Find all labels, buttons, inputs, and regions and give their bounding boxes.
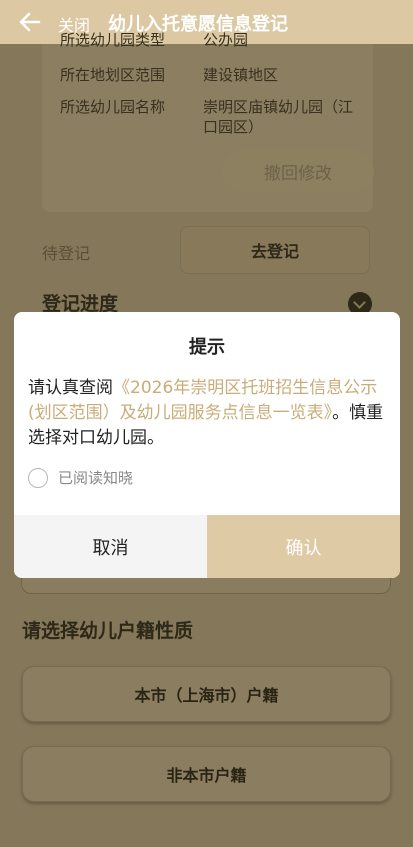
- dialog-title: 提示: [189, 337, 225, 358]
- dialog-message: 请认真查阅《2026年崇明区托班招生信息公示(划区范围）及幼儿园服务点信息一览表…: [28, 376, 390, 451]
- back-arrow-icon[interactable]: [19, 12, 41, 32]
- notice-dialog: 提示 请认真查阅《2026年崇明区托班招生信息公示(划区范围）及幼儿园服务点信息…: [14, 312, 400, 578]
- retract-button[interactable]: 撤回修改: [222, 150, 374, 192]
- info-value: 建设镇地区: [203, 66, 279, 84]
- nonlocal-household-button[interactable]: 非本市户籍: [22, 746, 391, 802]
- info-value: 公办园: [203, 31, 249, 49]
- info-row-name: 所选幼儿园名称 崇明区庙镇幼儿园（江口园区）: [60, 97, 363, 137]
- info-label: 所选幼儿园名称: [60, 98, 166, 116]
- household-section-title: 请选择幼儿户籍性质: [22, 620, 194, 642]
- info-row-type: 所选幼儿园类型 公办园: [60, 30, 363, 50]
- goto-register-button[interactable]: 去登记: [180, 226, 370, 274]
- cancel-button[interactable]: 取消: [14, 515, 207, 578]
- local-household-button[interactable]: 本市（上海市）户籍: [22, 666, 391, 722]
- message-prefix: 请认真查阅: [28, 378, 113, 398]
- registration-status: 待登记: [42, 244, 91, 263]
- info-label: 所选幼儿园类型: [60, 31, 166, 49]
- info-label: 所在地划区范围: [60, 66, 166, 84]
- info-value: 崇明区庙镇幼儿园（江口园区）: [203, 98, 354, 136]
- confirm-button[interactable]: 确认: [207, 515, 400, 578]
- info-row-district: 所在地划区范围 建设镇地区: [60, 65, 363, 85]
- acknowledge-row[interactable]: 已阅读知晓: [28, 467, 133, 488]
- acknowledge-label: 已阅读知晓: [58, 469, 134, 487]
- acknowledge-radio[interactable]: [28, 467, 48, 488]
